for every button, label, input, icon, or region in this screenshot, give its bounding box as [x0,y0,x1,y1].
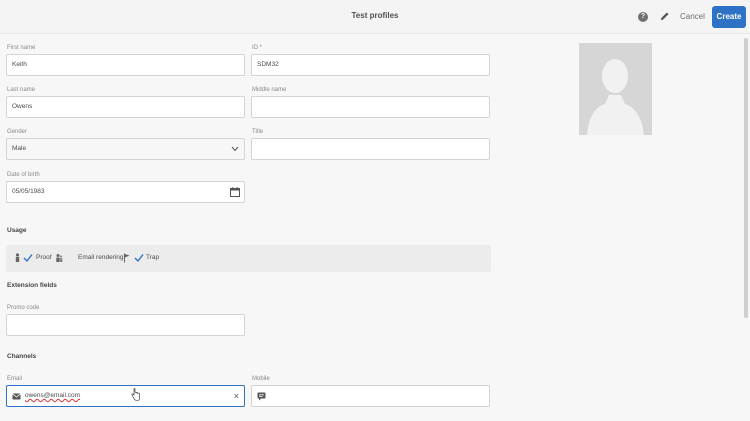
gender-label: Gender [7,129,28,135]
title-label: Title [252,129,264,135]
last-name-value: Owens [12,103,33,110]
channels-section-title: Channels [7,353,37,360]
mobile-field[interactable] [251,385,490,407]
help-icon[interactable]: ? [638,12,648,22]
proof-label: Proof [36,254,52,261]
last-name-label: Last name [7,87,36,93]
email-rendering-users-icon [56,254,63,262]
usage-panel: Proof Email rendering Trap [6,245,491,272]
cancel-button[interactable]: Cancel [680,12,705,21]
usage-section-title: Usage [7,227,27,234]
date-of-birth-field[interactable]: 05/05/1983 [6,181,245,203]
first-name-label: First name [7,45,36,51]
last-name-field[interactable]: Owens [6,96,245,118]
trap-checkbox-checkmark-icon[interactable] [134,253,144,263]
first-name-value: Keith [12,61,27,68]
avatar[interactable] [579,43,652,135]
title-field[interactable] [251,138,490,160]
email-value-text: owens@email.com [25,392,81,399]
middle-name-label: Middle name [252,87,287,93]
hand-cursor-icon [131,388,140,401]
create-button[interactable]: Create [712,6,746,28]
gender-value: Male [12,145,27,152]
proof-checkbox-checkmark-icon[interactable] [23,253,33,263]
id-label: ID * [252,45,263,51]
pencil-icon[interactable] [659,11,670,22]
email-value: owens@email.com [25,392,80,399]
scrollbar[interactable] [744,38,748,318]
calendar-icon[interactable] [230,187,240,197]
promo-code-label: Promo code [7,305,40,311]
date-of-birth-value: 05/05/1983 [12,188,45,195]
middle-name-field[interactable] [251,96,490,118]
person-silhouette-icon [579,43,652,135]
chevron-down-icon [231,146,239,152]
envelope-icon [12,393,21,400]
email-rendering-label: Email rendering [78,254,124,261]
trap-flag-icon [124,253,130,263]
mobile-label: Mobile [252,376,270,382]
top-bar: Test profiles ? Cancel Create [0,0,750,34]
trap-label: Trap [146,254,160,261]
promo-code-field[interactable] [6,314,245,336]
clear-icon[interactable]: × [234,391,239,401]
extension-fields-section-title: Extension fields [7,282,57,289]
first-name-field[interactable]: Keith [6,54,245,76]
date-of-birth-label: Date of birth [7,172,40,178]
id-field[interactable]: SDM32 [251,54,490,76]
sms-bubble-icon [257,392,266,401]
email-field[interactable]: owens@email.com × [6,385,245,407]
id-value: SDM32 [257,61,279,68]
proof-person-icon [15,253,20,262]
gender-select[interactable]: Male [6,138,245,160]
email-label: Email [7,376,23,382]
